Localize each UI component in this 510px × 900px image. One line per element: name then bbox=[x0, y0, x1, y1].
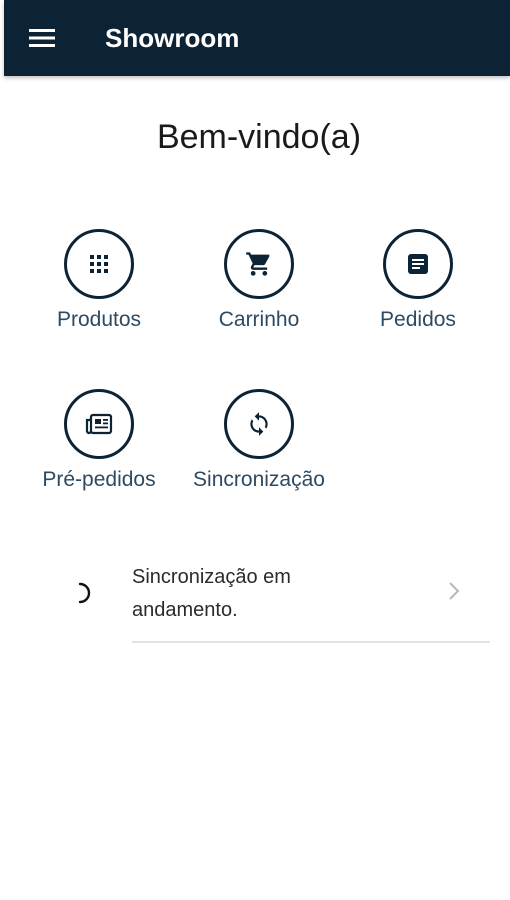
welcome-heading: Bem-vindo(a) bbox=[156, 118, 362, 156]
app-title: Showroom bbox=[105, 23, 240, 53]
sync-status-text: Sincronização em andamento. bbox=[132, 566, 291, 621]
tile-produtos[interactable]: Produtos bbox=[24, 229, 174, 339]
tile-carrinho-label: Carrinho bbox=[218, 308, 300, 331]
tile-produtos-circle bbox=[64, 229, 134, 299]
tile-carrinho-circle bbox=[224, 229, 294, 299]
tile-pre-pedidos-label: Pré-pedidos bbox=[42, 468, 156, 491]
app-screen: Showroom Bem-vindo(a) Produtos Carrinho bbox=[0, 0, 510, 900]
sync-status-item[interactable]: Sincronização em andamento. bbox=[0, 555, 510, 643]
tile-carrinho[interactable]: Carrinho bbox=[184, 229, 334, 339]
tile-pedidos-circle bbox=[383, 229, 453, 299]
newspaper-icon bbox=[85, 413, 113, 435]
tile-sincronizacao-label: Sincronização bbox=[193, 468, 325, 491]
tile-pre-pedidos[interactable]: Pré-pedidos bbox=[24, 389, 174, 499]
cart-icon bbox=[246, 252, 270, 276]
tile-pedidos[interactable]: Pedidos bbox=[343, 229, 493, 339]
spinner-icon bbox=[78, 582, 91, 604]
menu-icon bbox=[29, 29, 55, 47]
app-bar: Showroom bbox=[4, 0, 510, 76]
list-divider bbox=[132, 641, 490, 643]
tile-sincronizacao-circle bbox=[224, 389, 294, 459]
tile-pedidos-label: Pedidos bbox=[380, 308, 456, 331]
tile-sincronizacao[interactable]: Sincronização bbox=[184, 389, 334, 499]
sync-icon bbox=[250, 412, 268, 436]
grid-icon bbox=[90, 255, 108, 273]
tile-produtos-label: Produtos bbox=[56, 308, 142, 331]
list-box-icon bbox=[408, 254, 428, 274]
tile-pre-pedidos-circle bbox=[64, 389, 134, 459]
chevron-right-icon bbox=[449, 582, 460, 600]
menu-button[interactable] bbox=[24, 20, 60, 56]
